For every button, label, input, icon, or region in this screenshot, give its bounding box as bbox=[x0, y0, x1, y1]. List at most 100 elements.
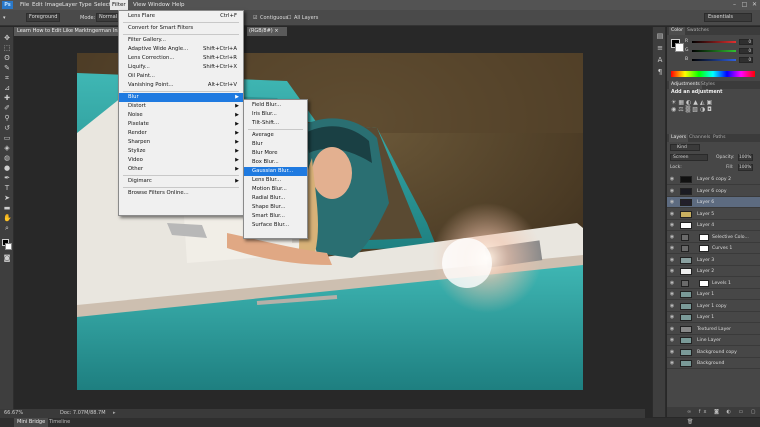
menu-item-surface-blur[interactable]: Surface Blur... bbox=[244, 221, 307, 230]
visibility-eye-icon[interactable]: ◉ bbox=[669, 243, 675, 254]
menu-help[interactable]: Help bbox=[170, 0, 187, 10]
quick-mask-icon[interactable]: ◙ bbox=[3, 255, 11, 262]
minimize-button[interactable]: – bbox=[730, 1, 739, 9]
mode-select[interactable]: Normal bbox=[96, 13, 120, 22]
menu-item-radial-blur[interactable]: Radial Blur... bbox=[244, 194, 307, 203]
paint-bucket-tool-icon[interactable]: ◈ bbox=[3, 145, 11, 152]
layer-row[interactable]: ◉ Layer 5 bbox=[667, 209, 760, 220]
layer-mask-thumbnail[interactable] bbox=[699, 279, 709, 287]
quick-select-tool-icon[interactable]: ✎ bbox=[3, 65, 11, 72]
clone-stamp-icon[interactable]: ⚲ bbox=[3, 115, 11, 122]
paint-bucket-icon[interactable]: ▾ bbox=[3, 10, 13, 26]
menu-item-box-blur[interactable]: Box Blur... bbox=[244, 158, 307, 167]
menu-item-browse-filters-online[interactable]: Browse Filters Online... bbox=[119, 189, 243, 198]
adjustment-icons[interactable]: ☀▦◐▲◭▣ ◉⚖▒▧◑◘ bbox=[671, 99, 755, 119]
eraser-tool-icon[interactable]: ▭ bbox=[3, 135, 11, 142]
menu-item-average[interactable]: Average bbox=[244, 131, 307, 140]
layer-row[interactable]: ◉ Layer 2 bbox=[667, 266, 760, 277]
menu-filter[interactable]: Filter bbox=[110, 0, 128, 10]
type-tool-icon[interactable]: T bbox=[3, 185, 11, 192]
brush-tool-icon[interactable]: ✐ bbox=[3, 105, 11, 112]
menu-item-sharpen[interactable]: Sharpen ▶ bbox=[119, 138, 243, 147]
visibility-eye-icon[interactable]: ◉ bbox=[669, 301, 675, 312]
tab-styles[interactable]: Styles bbox=[699, 81, 717, 89]
menu-item-digimarc[interactable]: Digimarc ▶ bbox=[119, 177, 243, 186]
visibility-eye-icon[interactable]: ◉ bbox=[669, 335, 675, 346]
menu-item-lens-blur[interactable]: Lens Blur... bbox=[244, 176, 307, 185]
color-spectrum[interactable] bbox=[671, 71, 755, 77]
layer-row[interactable]: ◉ Layer 1 bbox=[667, 289, 760, 300]
opacity-input[interactable]: 100% bbox=[738, 154, 753, 161]
crop-tool-icon[interactable]: ⌗ bbox=[3, 75, 11, 82]
zoom-level[interactable]: 66.67% bbox=[4, 409, 23, 418]
contiguous-checkbox[interactable]: ☑ bbox=[253, 10, 259, 26]
visibility-eye-icon[interactable]: ◉ bbox=[669, 220, 675, 231]
document-size[interactable]: Doc: 7.07M/88.7M bbox=[60, 409, 106, 418]
visibility-eye-icon[interactable]: ◉ bbox=[669, 209, 675, 220]
visibility-eye-icon[interactable]: ◉ bbox=[669, 312, 675, 323]
tab-layers[interactable]: Layers bbox=[669, 134, 689, 142]
visibility-eye-icon[interactable]: ◉ bbox=[669, 186, 675, 197]
menu-item-gaussian-blur[interactable]: Gaussian Blur... bbox=[244, 167, 307, 176]
layer-mask-thumbnail[interactable] bbox=[699, 233, 709, 241]
zoom-tool-icon[interactable]: ⌕ bbox=[3, 225, 11, 232]
channel-slider[interactable] bbox=[692, 50, 736, 52]
visibility-eye-icon[interactable]: ◉ bbox=[669, 358, 675, 369]
blend-mode-select[interactable]: Screen bbox=[670, 154, 708, 161]
tab-mini-bridge[interactable]: Mini Bridge bbox=[14, 418, 49, 427]
blur-tool-icon[interactable]: ◍ bbox=[3, 155, 11, 162]
channel-slider[interactable] bbox=[692, 59, 736, 61]
layer-row[interactable]: ◉ Line Layer bbox=[667, 335, 760, 346]
tab-channels[interactable]: Channels bbox=[687, 134, 712, 142]
layer-filter-kind[interactable]: Kind bbox=[670, 144, 700, 151]
layer-row[interactable]: ◉ Textured Layer bbox=[667, 324, 760, 335]
layer-row[interactable]: ◉ Background copy bbox=[667, 347, 760, 358]
menu-item-adaptive-wide-angle[interactable]: Adaptive Wide Angle... Shift+Ctrl+A bbox=[119, 45, 243, 54]
layer-row[interactable]: ◉ Layer 1 bbox=[667, 312, 760, 323]
menu-item-blur-more[interactable]: Blur More bbox=[244, 149, 307, 158]
properties-panel-icon[interactable]: ≡ bbox=[656, 45, 664, 52]
background-color-swatch[interactable] bbox=[5, 243, 12, 250]
layer-row[interactable]: ◉ Layer 6 bbox=[667, 197, 760, 208]
path-select-tool-icon[interactable]: ➤ bbox=[3, 195, 11, 202]
layer-row[interactable]: ◉ Layer 6 copy 2 bbox=[667, 174, 760, 185]
menu-item-blur[interactable]: Blur bbox=[244, 140, 307, 149]
menu-item-lens-correction[interactable]: Lens Correction... Shift+Ctrl+R bbox=[119, 54, 243, 63]
menu-item-field-blur[interactable]: Field Blur... bbox=[244, 101, 307, 110]
history-panel-icon[interactable]: ▤ bbox=[656, 33, 664, 40]
menu-item-blur[interactable]: Blur ▶ bbox=[119, 93, 243, 102]
maximize-button[interactable]: □ bbox=[740, 1, 749, 9]
menu-item-oil-paint[interactable]: Oil Paint... bbox=[119, 72, 243, 81]
channel-value-input[interactable]: 0 bbox=[739, 39, 753, 45]
channel-value-input[interactable]: 0 bbox=[739, 57, 753, 63]
menu-window[interactable]: Window bbox=[146, 0, 172, 10]
lasso-tool-icon[interactable]: ʘ bbox=[3, 55, 11, 62]
menu-item-motion-blur[interactable]: Motion Blur... bbox=[244, 185, 307, 194]
menu-item-tilt-shift[interactable]: Tilt-Shift... bbox=[244, 119, 307, 128]
menu-item-stylize[interactable]: Stylize ▶ bbox=[119, 147, 243, 156]
layer-row[interactable]: ◉ Layer 4 bbox=[667, 220, 760, 231]
character-panel-icon[interactable]: A bbox=[656, 57, 664, 64]
tab-timeline[interactable]: Timeline bbox=[46, 418, 73, 427]
menu-item-pixelate[interactable]: Pixelate ▶ bbox=[119, 120, 243, 129]
marquee-tool-icon[interactable]: ⬚ bbox=[3, 45, 11, 52]
tab-swatches[interactable]: Swatches bbox=[685, 27, 711, 35]
fill-input[interactable]: 100% bbox=[738, 164, 753, 171]
shape-tool-icon[interactable]: ▬ bbox=[3, 205, 11, 212]
move-tool-icon[interactable]: ✥ bbox=[3, 35, 11, 42]
visibility-eye-icon[interactable]: ◉ bbox=[669, 347, 675, 358]
visibility-eye-icon[interactable]: ◉ bbox=[669, 278, 675, 289]
channel-value-input[interactable]: 0 bbox=[739, 48, 753, 54]
layer-row[interactable]: ◉ Background bbox=[667, 358, 760, 369]
tab-color[interactable]: Color bbox=[669, 27, 685, 35]
menu-item-other[interactable]: Other ▶ bbox=[119, 165, 243, 174]
tab-adjustments[interactable]: Adjustments bbox=[669, 81, 702, 89]
menu-item-video[interactable]: Video ▶ bbox=[119, 156, 243, 165]
visibility-eye-icon[interactable]: ◉ bbox=[669, 255, 675, 266]
menu-item-filter-gallery[interactable]: Filter Gallery... bbox=[119, 36, 243, 45]
menu-item-distort[interactable]: Distort ▶ bbox=[119, 102, 243, 111]
menu-item-noise[interactable]: Noise ▶ bbox=[119, 111, 243, 120]
visibility-eye-icon[interactable]: ◉ bbox=[669, 174, 675, 185]
workspace-select[interactable]: Essentials bbox=[704, 13, 752, 22]
bg-color-swatch[interactable] bbox=[675, 43, 684, 52]
